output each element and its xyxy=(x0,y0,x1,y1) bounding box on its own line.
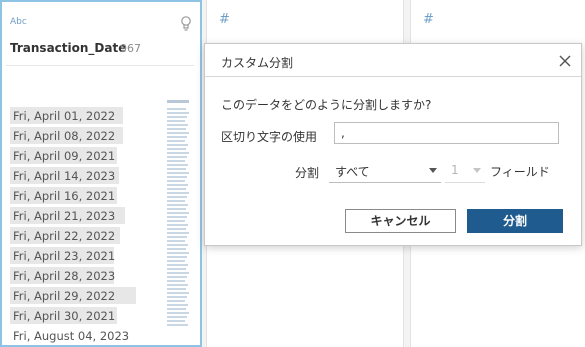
summary-tick xyxy=(167,280,185,282)
lightbulb-icon[interactable] xyxy=(180,15,192,33)
summary-tick xyxy=(167,108,186,110)
value-label: Fri, April 16, 2021 xyxy=(13,189,116,203)
summary-scroll-bar[interactable] xyxy=(167,100,189,328)
summary-tick xyxy=(167,220,185,222)
summary-tick xyxy=(167,308,186,310)
summary-tick xyxy=(167,144,188,146)
summary-tick xyxy=(167,140,185,142)
value-label: Fri, April 30, 2021 xyxy=(13,309,116,323)
split-mode-dropdown[interactable]: すべて xyxy=(329,158,441,183)
summary-tick xyxy=(167,300,185,302)
summary-tick xyxy=(167,184,188,186)
summary-tick xyxy=(167,228,186,230)
cancel-button[interactable]: キャンセル xyxy=(345,209,456,233)
summary-tick xyxy=(167,236,187,238)
summary-tick xyxy=(167,172,189,174)
summary-tick xyxy=(167,204,188,206)
summary-tick xyxy=(167,136,187,138)
summary-tick xyxy=(167,288,186,290)
summary-tick xyxy=(167,112,189,114)
field-count-dropdown: 1 xyxy=(445,158,485,183)
summary-tick xyxy=(167,320,185,322)
summary-tick xyxy=(167,244,188,246)
summary-tick xyxy=(167,304,188,306)
dialog-divider xyxy=(205,76,581,77)
summary-tick xyxy=(167,276,187,278)
summary-tick xyxy=(167,284,188,286)
summary-tick xyxy=(167,252,189,254)
split-button[interactable]: 分割 xyxy=(467,209,563,233)
summary-tick xyxy=(167,264,188,266)
summary-tick xyxy=(167,272,189,274)
summary-tick xyxy=(167,192,189,194)
summary-tick xyxy=(167,180,185,182)
summary-tick xyxy=(167,176,187,178)
summary-tick xyxy=(167,260,185,262)
caret-down-icon xyxy=(473,168,481,173)
split-label: 分割 xyxy=(295,166,320,180)
card-divider xyxy=(6,65,194,66)
value-label: Fri, April 28, 2023 xyxy=(13,269,116,283)
summary-tick xyxy=(167,232,189,234)
summary-tick xyxy=(167,224,188,226)
profile-card-transaction-date[interactable]: Abc Transaction_Date 967 Fri, April 01, … xyxy=(0,0,202,347)
summary-tick xyxy=(167,164,188,166)
summary-tick xyxy=(167,148,186,150)
fields-label: フィールド xyxy=(490,165,550,179)
value-label: Fri, April 01, 2022 xyxy=(13,109,116,123)
summary-tick xyxy=(167,152,189,154)
summary-tick xyxy=(167,132,189,134)
summary-tick xyxy=(167,216,187,218)
number-type-icon: # xyxy=(219,12,230,27)
summary-tick xyxy=(167,268,186,270)
value-label: Fri, August 04, 2023 xyxy=(13,329,130,343)
summary-tick xyxy=(167,196,187,198)
summary-tick xyxy=(167,160,185,162)
custom-split-dialog: カスタム分割 このデータをどのように分割しますか? 区切り文字の使用 分割 すべ… xyxy=(204,43,582,246)
summary-tick xyxy=(167,324,188,326)
summary-tick xyxy=(167,240,185,242)
value-label: Fri, April 21, 2023 xyxy=(13,209,116,223)
delimiter-input[interactable] xyxy=(334,122,559,144)
value-label: Fri, April 23, 2021 xyxy=(13,249,116,263)
dialog-title: カスタム分割 xyxy=(221,56,294,70)
summary-tick xyxy=(167,212,189,214)
summary-tick xyxy=(167,128,186,130)
summary-tick xyxy=(167,316,187,318)
field-name: Transaction_Date xyxy=(10,41,127,55)
summary-tick xyxy=(167,200,185,202)
summary-tick xyxy=(167,124,188,126)
close-icon[interactable] xyxy=(557,53,573,69)
number-type-icon: # xyxy=(423,12,434,27)
string-type-icon: Abc xyxy=(10,17,27,27)
value-label: Fri, April 14, 2023 xyxy=(13,169,116,183)
split-mode-value: すべて xyxy=(335,165,370,179)
summary-tick xyxy=(167,116,187,118)
scroll-marker xyxy=(167,100,189,103)
summary-tick xyxy=(167,208,186,210)
value-label: Fri, April 29, 2022 xyxy=(13,289,116,303)
value-label: Fri, April 22, 2022 xyxy=(13,229,116,243)
caret-down-icon xyxy=(429,168,437,173)
summary-tick xyxy=(167,292,189,294)
summary-tick xyxy=(167,312,189,314)
value-label: Fri, April 08, 2022 xyxy=(13,129,116,143)
value-label: Fri, April 09, 2021 xyxy=(13,149,116,163)
summary-tick xyxy=(167,188,186,190)
summary-tick xyxy=(167,256,187,258)
summary-tick xyxy=(167,296,187,298)
distinct-count: 967 xyxy=(120,42,141,55)
summary-tick xyxy=(167,156,187,158)
field-count-value: 1 xyxy=(451,163,459,177)
delimiter-label: 区切り文字の使用 xyxy=(221,130,318,144)
summary-tick xyxy=(167,120,185,122)
split-question: このデータをどのように分割しますか? xyxy=(221,98,432,112)
summary-tick xyxy=(167,168,186,170)
summary-tick xyxy=(167,248,186,250)
